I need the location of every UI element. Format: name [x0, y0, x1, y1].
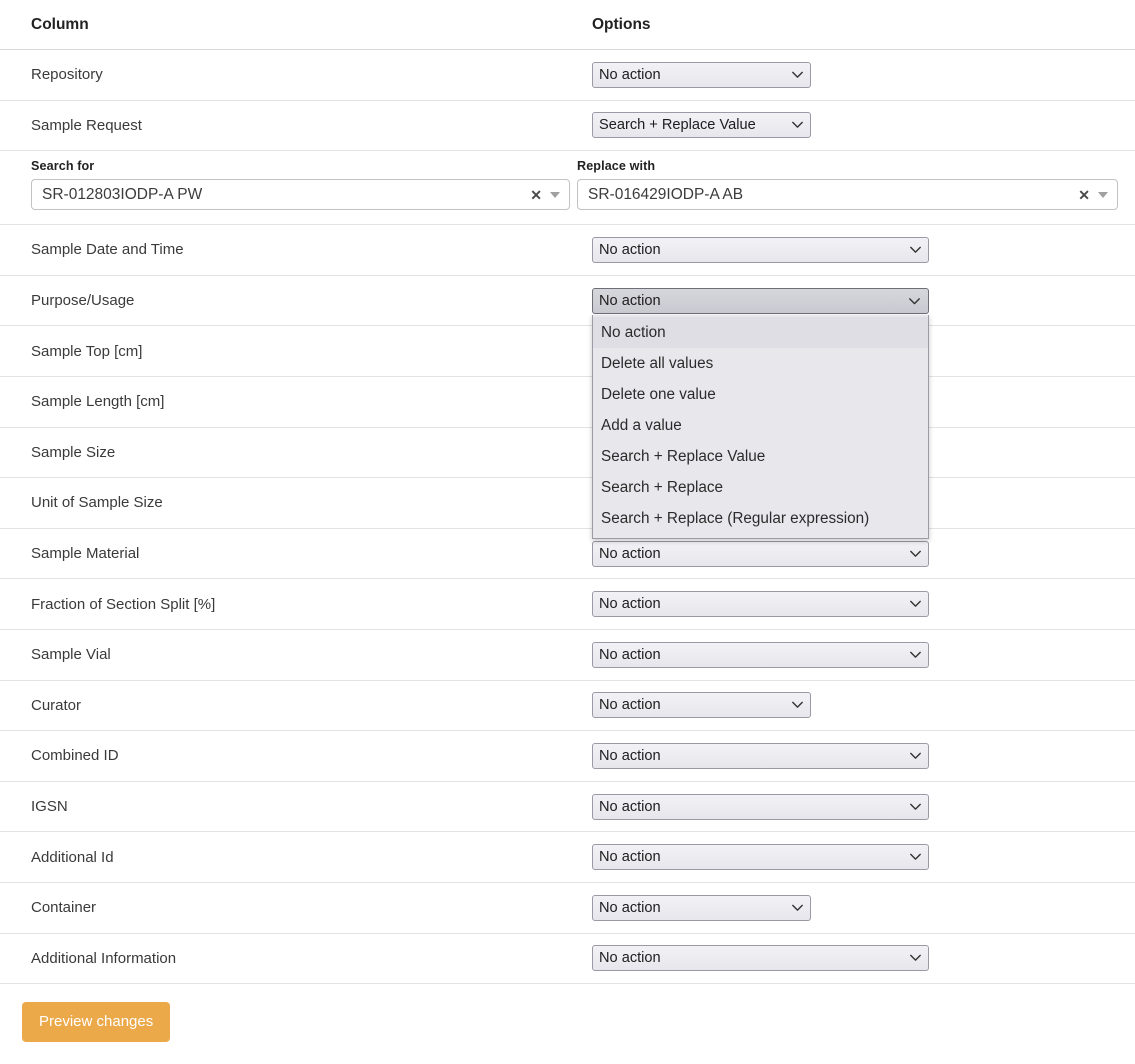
caret-down-icon[interactable] — [550, 192, 560, 198]
table-row: Fraction of Section Split [%]No action — [0, 579, 1135, 630]
column-name-label: Curator — [0, 697, 592, 714]
table-row: IGSNNo action — [0, 782, 1135, 833]
column-name-label: Combined ID — [0, 747, 592, 764]
action-select-value: No action — [599, 289, 661, 313]
column-name-label: Purpose/Usage — [0, 292, 592, 309]
action-select[interactable]: No action — [592, 945, 929, 971]
table-row: Unit of Sample SizeNo action — [0, 478, 1135, 529]
action-select[interactable]: No action — [592, 642, 929, 668]
table-row: Sample SizeNo action — [0, 428, 1135, 479]
row-options-cell: No action — [592, 62, 1135, 88]
search-for-select-value: SR-012803IODP-A PW — [42, 186, 202, 204]
action-select[interactable]: No action — [592, 692, 811, 718]
header-options: Options — [592, 16, 1135, 34]
table-row: Sample Length [cm]No action — [0, 377, 1135, 428]
column-name-label: Sample Top [cm] — [0, 343, 592, 360]
table-row: Purpose/UsageNo actionNo actionDelete al… — [0, 276, 1135, 327]
column-name-label: Unit of Sample Size — [0, 494, 592, 511]
clear-icon[interactable]: ✕ — [1078, 188, 1090, 202]
column-name-label: Additional Id — [0, 849, 592, 866]
row-options-cell: No actionNo actionDelete all valuesDelet… — [592, 288, 1135, 314]
table-row: Combined IDNo action — [0, 731, 1135, 782]
caret-down-icon[interactable] — [1098, 192, 1108, 198]
action-select[interactable]: No action — [592, 844, 929, 870]
replace-with-group: Replace with SR-016429IODP-A AB ✕ — [567, 159, 1118, 210]
action-select[interactable]: No action — [592, 591, 929, 617]
table-row: Sample RequestSearch + Replace Value — [0, 101, 1135, 152]
action-select[interactable]: No action — [592, 895, 811, 921]
clear-icon[interactable]: ✕ — [530, 188, 542, 202]
action-select[interactable]: No action — [592, 237, 929, 263]
table-row: Sample Top [cm]No action — [0, 326, 1135, 377]
row-options-cell: No action — [592, 945, 1135, 971]
dropdown-option[interactable]: Search + Replace Value — [593, 441, 928, 472]
bulk-edit-table: Column Options RepositoryNo actionSample… — [0, 0, 1135, 1042]
column-name-label: Repository — [0, 66, 592, 83]
table-row: CuratorNo action — [0, 681, 1135, 732]
search-replace-panel: Search forSR-012803IODP-A PW✕Replace wit… — [0, 151, 1135, 225]
form-footer: Preview changes — [0, 984, 1135, 1042]
row-options-cell: Search + Replace Value — [592, 112, 1135, 138]
row-options-cell: No action — [592, 794, 1135, 820]
row-options-cell: No action — [592, 895, 1135, 921]
table-row: Sample MaterialNo action — [0, 529, 1135, 580]
action-select[interactable]: Search + Replace Value — [592, 112, 811, 138]
column-name-label: Sample Length [cm] — [0, 393, 592, 410]
table-body: RepositoryNo actionSample RequestSearch … — [0, 50, 1135, 984]
table-row: Additional IdNo action — [0, 832, 1135, 883]
dropdown-option[interactable]: Search + Replace (Regular expression) — [593, 503, 928, 534]
action-select[interactable]: No action — [592, 541, 929, 567]
dropdown-option[interactable]: Add a value — [593, 410, 928, 441]
action-select[interactable]: No action — [592, 62, 811, 88]
table-row: Additional InformationNo action — [0, 934, 1135, 985]
action-select[interactable]: No action — [592, 743, 929, 769]
column-name-label: Container — [0, 899, 592, 916]
column-name-label: Additional Information — [0, 950, 592, 967]
row-options-cell: No action — [592, 743, 1135, 769]
table-header-row: Column Options — [0, 0, 1135, 50]
dropdown-option[interactable]: No action — [593, 317, 928, 348]
column-name-label: Sample Date and Time — [0, 241, 592, 258]
action-dropdown-menu[interactable]: No actionDelete all valuesDelete one val… — [592, 315, 929, 539]
replace-with-select-value: SR-016429IODP-A AB — [588, 186, 743, 204]
column-name-label: Sample Vial — [0, 646, 592, 663]
header-column: Column — [0, 16, 592, 34]
action-select-open[interactable]: No action — [592, 288, 929, 314]
chevron-down-icon — [909, 289, 920, 313]
search-for-select[interactable]: SR-012803IODP-A PW ✕ — [31, 179, 570, 210]
row-options-cell: No action — [592, 541, 1135, 567]
table-row: RepositoryNo action — [0, 50, 1135, 101]
column-name-label: Sample Size — [0, 444, 592, 461]
table-row: Sample VialNo action — [0, 630, 1135, 681]
search-for-label: Search for — [31, 159, 567, 173]
column-name-label: Sample Request — [0, 117, 592, 134]
column-name-label: IGSN — [0, 798, 592, 815]
preview-changes-button[interactable]: Preview changes — [22, 1002, 170, 1042]
row-options-cell: No action — [592, 692, 1135, 718]
replace-with-select[interactable]: SR-016429IODP-A AB ✕ — [577, 179, 1118, 210]
dropdown-option[interactable]: Delete one value — [593, 379, 928, 410]
row-options-cell: No action — [592, 844, 1135, 870]
row-options-cell: No action — [592, 642, 1135, 668]
search-for-group: Search for SR-012803IODP-A PW ✕ — [0, 159, 567, 210]
column-name-label: Fraction of Section Split [%] — [0, 596, 592, 613]
table-row: ContainerNo action — [0, 883, 1135, 934]
dropdown-option[interactable]: Search + Replace — [593, 472, 928, 503]
replace-with-label: Replace with — [577, 159, 1118, 173]
column-name-label: Sample Material — [0, 545, 592, 562]
action-select[interactable]: No action — [592, 794, 929, 820]
row-options-cell: No action — [592, 237, 1135, 263]
table-row: Sample Date and TimeNo action — [0, 225, 1135, 276]
dropdown-option[interactable]: Delete all values — [593, 348, 928, 379]
row-options-cell: No action — [592, 591, 1135, 617]
